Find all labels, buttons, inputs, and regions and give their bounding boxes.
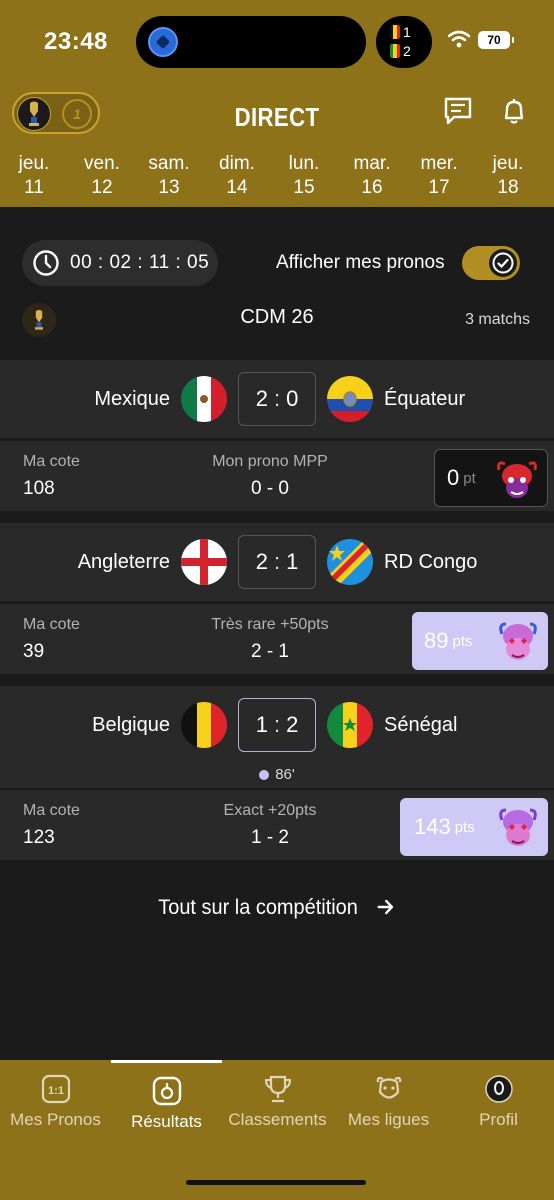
day-item[interactable]: sam. 13 (139, 152, 199, 200)
countdown-timer: 00 : 02 : 11 : 05 (22, 240, 218, 286)
nav-mes-pronos[interactable]: 1:1 Mes Pronos (0, 1074, 111, 1130)
bell-icon[interactable] (499, 96, 529, 126)
home-indicator (186, 1180, 366, 1185)
ecuador-flag-icon (327, 376, 373, 422)
cote-label: Ma cote (23, 616, 80, 633)
dr-congo-flag-icon (327, 539, 373, 585)
show-predictions-switch[interactable] (462, 246, 520, 280)
points-unit: pts (454, 818, 475, 836)
home-score: 2 (255, 386, 268, 411)
home-team-name: Angleterre (77, 550, 170, 573)
mexico-flag-icon (181, 376, 227, 422)
football-icon (148, 27, 178, 57)
senegal-flag-icon (327, 702, 373, 748)
live-home-score: 1 (403, 24, 411, 40)
points-badge[interactable]: 0 pt (434, 449, 548, 507)
live-minute: 86' (0, 766, 554, 783)
cote-value: 39 (23, 641, 45, 662)
home-team-name: Mexique (94, 387, 170, 410)
home-score: 2 (255, 549, 268, 574)
purple-bison-avatar-icon (499, 808, 537, 846)
prediction-row: Ma cote 108 Mon prono MPP 0 - 0 0 pt (0, 441, 554, 511)
points-value: 0 (447, 465, 460, 490)
prono-label: Exact +20pts (223, 802, 317, 819)
points-badge[interactable]: 143 pts (400, 798, 548, 856)
bottom-nav: 1:1 Mes Pronos Résultats Classements Mes… (0, 1060, 554, 1200)
away-team-name: Équateur (384, 387, 466, 410)
away-score: 1 (286, 549, 299, 574)
all-competition-link[interactable]: Tout sur la compétition (14, 896, 540, 920)
cote-label: Ma cote (23, 802, 80, 819)
belgium-flag-icon (181, 702, 227, 748)
dynamic-island (136, 16, 366, 68)
day-item[interactable]: dim. 14 (207, 152, 267, 200)
page-title: DIRECT (234, 102, 320, 132)
prediction-row: Ma cote 123 Exact +20pts 1 - 2 143 pts (0, 790, 554, 860)
live-away-score: 2 (403, 43, 411, 59)
nav-profil[interactable]: Profil (443, 1074, 554, 1130)
cote-label: Ma cote (23, 453, 80, 470)
prediction-row: Ma cote 39 Très rare +50pts 2 - 1 89 pts (0, 604, 554, 674)
active-tab-indicator (111, 1060, 222, 1063)
clock-icon (33, 250, 59, 276)
day-item[interactable]: mar. 16 (342, 152, 402, 200)
nav-classements[interactable]: Classements (222, 1074, 333, 1130)
check-icon (489, 249, 517, 277)
prono-value: 1 - 2 (250, 827, 290, 848)
points-unit: pts (452, 632, 473, 650)
day-item[interactable]: jeu. 11 (4, 152, 64, 200)
whistle-icon (152, 1076, 181, 1106)
bison-icon (376, 1076, 401, 1099)
match-row[interactable]: Belgique 1:2 Sénégal 86' (0, 686, 554, 788)
away-team-name: Sénégal (384, 713, 458, 736)
prono-value: 2 - 1 (250, 641, 290, 662)
red-bison-avatar-icon (497, 461, 537, 498)
day-item[interactable]: lun. 15 (274, 152, 334, 200)
arrow-right-icon (377, 899, 394, 915)
match-count: 3 matchs (465, 311, 530, 328)
cote-value: 108 (23, 478, 55, 499)
nav-mes-ligues[interactable]: Mes ligues (333, 1074, 444, 1130)
away-team-name: RD Congo (384, 550, 478, 573)
day-selector: jeu. 11 ven. 12 sam. 13 dim. 14 lun. 15 mar. 1… (0, 152, 554, 202)
match-row[interactable]: Angleterre 2:1 RD Congo (0, 523, 554, 601)
status-time: 23:48 (44, 28, 108, 55)
points-value: 89 (424, 628, 449, 653)
prono-value: 0 - 0 (250, 478, 290, 499)
match-row[interactable]: Mexique 2:0 Équateur (0, 360, 554, 438)
battery-indicator: 70 (478, 31, 514, 49)
prono-label: Très rare +50pts (211, 616, 329, 633)
senegal-mini-flag-icon (390, 44, 400, 58)
avatar-icon (484, 1075, 513, 1103)
timer-text: 00 : 02 : 11 : 05 (70, 252, 210, 273)
away-score: 2 (286, 712, 299, 737)
top-header: 23:48 1 2 70 1 DIRECT jeu. 11 ven. 12 sa… (0, 0, 554, 207)
1v1-icon: 1:1 (41, 1074, 70, 1104)
prono-label: Mon prono MPP (212, 453, 328, 470)
belgium-mini-flag-icon (390, 25, 400, 39)
chat-icon[interactable] (443, 96, 473, 126)
live-dot-icon (259, 770, 270, 780)
day-item[interactable]: mer. 17 (409, 152, 469, 200)
cote-value: 123 (23, 827, 55, 848)
show-predictions-label: Afficher mes pronos (276, 252, 445, 273)
trophy-icon (264, 1075, 291, 1103)
home-team-name: Belgique (92, 713, 170, 736)
away-score: 0 (286, 386, 299, 411)
points-badge[interactable]: 89 pts (412, 612, 548, 670)
home-score: 1 (255, 712, 268, 737)
wifi-icon (448, 30, 470, 48)
day-item[interactable]: ven. 12 (72, 152, 132, 200)
england-flag-icon (181, 539, 227, 585)
nav-resultats[interactable]: Résultats (111, 1076, 222, 1132)
score-box: 1:2 (238, 698, 316, 752)
day-item[interactable]: jeu. 18 (478, 152, 538, 200)
score-box: 2:1 (238, 535, 316, 589)
points-unit: pt (463, 469, 476, 487)
points-value: 143 (414, 814, 451, 839)
score-box: 2:0 (238, 372, 316, 426)
purple-bison-avatar-icon (499, 622, 537, 660)
live-activity-scores[interactable]: 1 2 (376, 16, 432, 68)
svg-text:1:1: 1:1 (48, 1085, 64, 1097)
